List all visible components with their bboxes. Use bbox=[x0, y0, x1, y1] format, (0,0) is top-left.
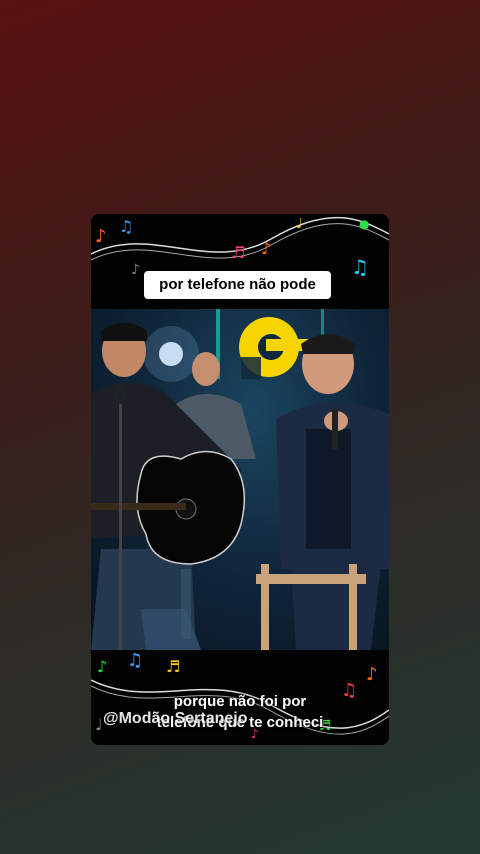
svg-text:♪: ♪ bbox=[97, 657, 107, 676]
video-card[interactable]: ♪ ♫ ♬ ♪ ♩ ♫ ● ♪ por telefone não pode ♪ … bbox=[91, 214, 389, 745]
svg-text:♪: ♪ bbox=[261, 239, 271, 258]
svg-text:♬: ♬ bbox=[166, 657, 180, 676]
caption-bottom-line1: porque não foi por bbox=[173, 693, 307, 710]
svg-text:♫: ♫ bbox=[127, 650, 143, 671]
svg-text:♪: ♪ bbox=[131, 262, 140, 278]
svg-text:♩: ♩ bbox=[296, 216, 303, 232]
svg-text:♪: ♪ bbox=[366, 664, 378, 685]
performers-scene bbox=[91, 309, 389, 650]
screen: { "captions": { "top": "por telefone não… bbox=[0, 0, 480, 854]
video-frame[interactable] bbox=[91, 309, 389, 650]
watermark: @Modão Sertanejo bbox=[103, 710, 248, 727]
svg-text:●: ● bbox=[359, 217, 369, 231]
caption-top: por telefone não pode bbox=[144, 271, 331, 299]
top-decoration-band: ♪ ♫ ♬ ♪ ♩ ♫ ● ♪ por telefone não pode bbox=[91, 214, 389, 309]
svg-text:♫: ♫ bbox=[351, 255, 369, 279]
svg-text:♬: ♬ bbox=[231, 243, 245, 262]
svg-text:♪: ♪ bbox=[95, 226, 107, 247]
svg-text:♫: ♫ bbox=[119, 217, 133, 236]
